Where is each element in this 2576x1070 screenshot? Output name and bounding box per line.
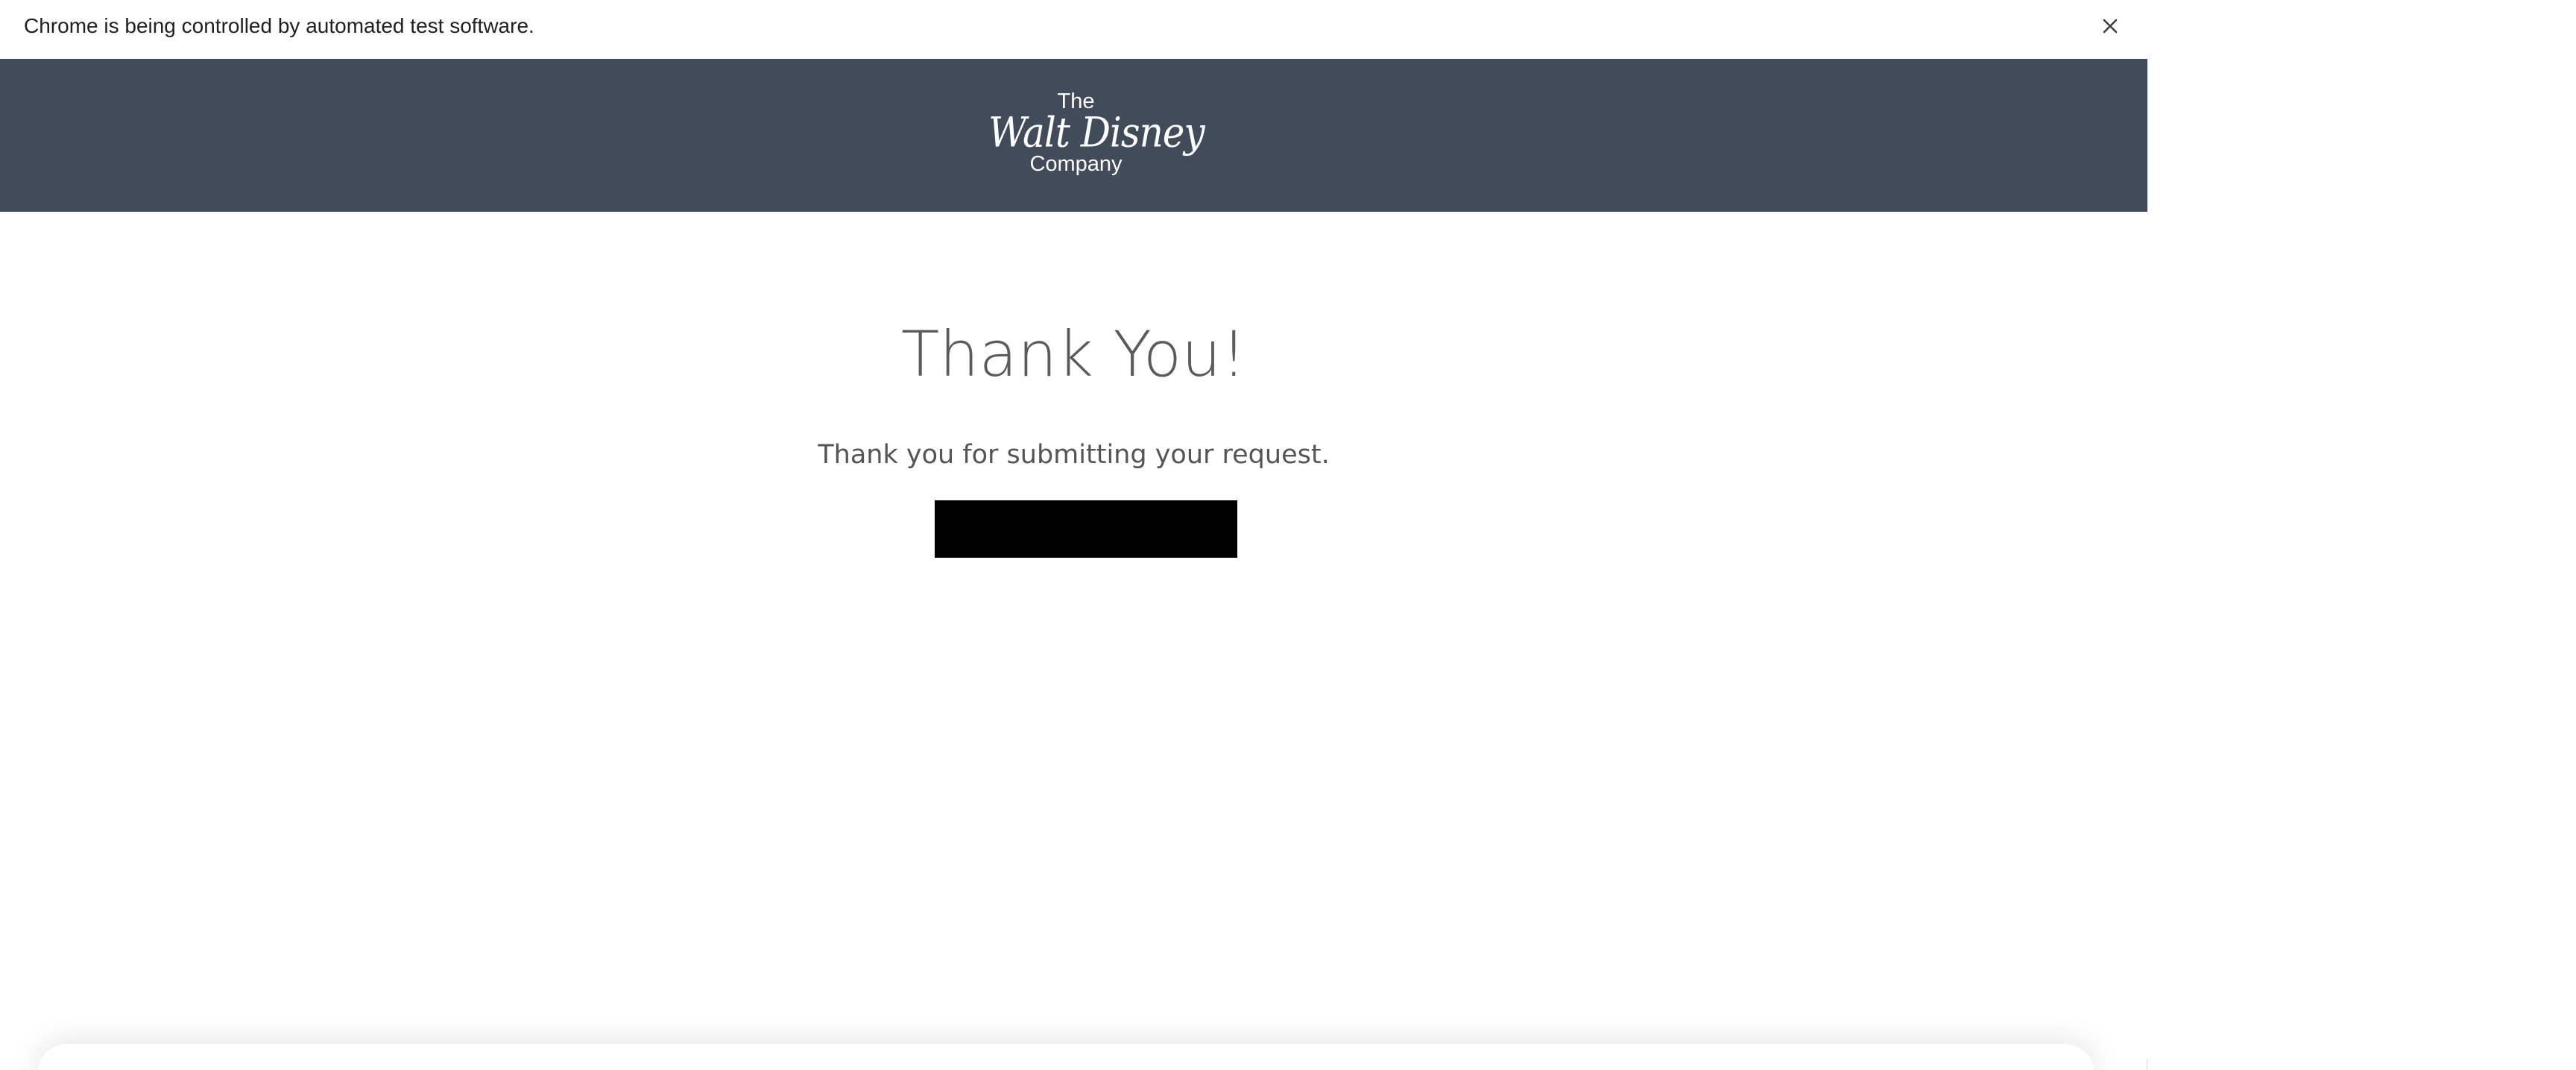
redacted-button[interactable]: [935, 500, 1237, 558]
disney-logo[interactable]: The Walt Disney Company: [988, 89, 1205, 182]
logo-company-text: Company: [1029, 152, 1123, 176]
page-title: Thank You!: [900, 318, 1247, 391]
browser-viewport: Chrome is being controlled by automated …: [0, 0, 2147, 1070]
infobar-message: Chrome is being controlled by automated …: [24, 14, 534, 37]
confirmation-message: Thank you for submitting your request.: [818, 440, 1330, 470]
automation-infobar: Chrome is being controlled by automated …: [0, 0, 2147, 59]
site-header: The Walt Disney Company: [0, 59, 2147, 212]
logo-script-text: Walt Disney: [988, 109, 1205, 157]
bottom-panel-shadow: [37, 1044, 2094, 1070]
close-icon[interactable]: [2099, 15, 2121, 37]
